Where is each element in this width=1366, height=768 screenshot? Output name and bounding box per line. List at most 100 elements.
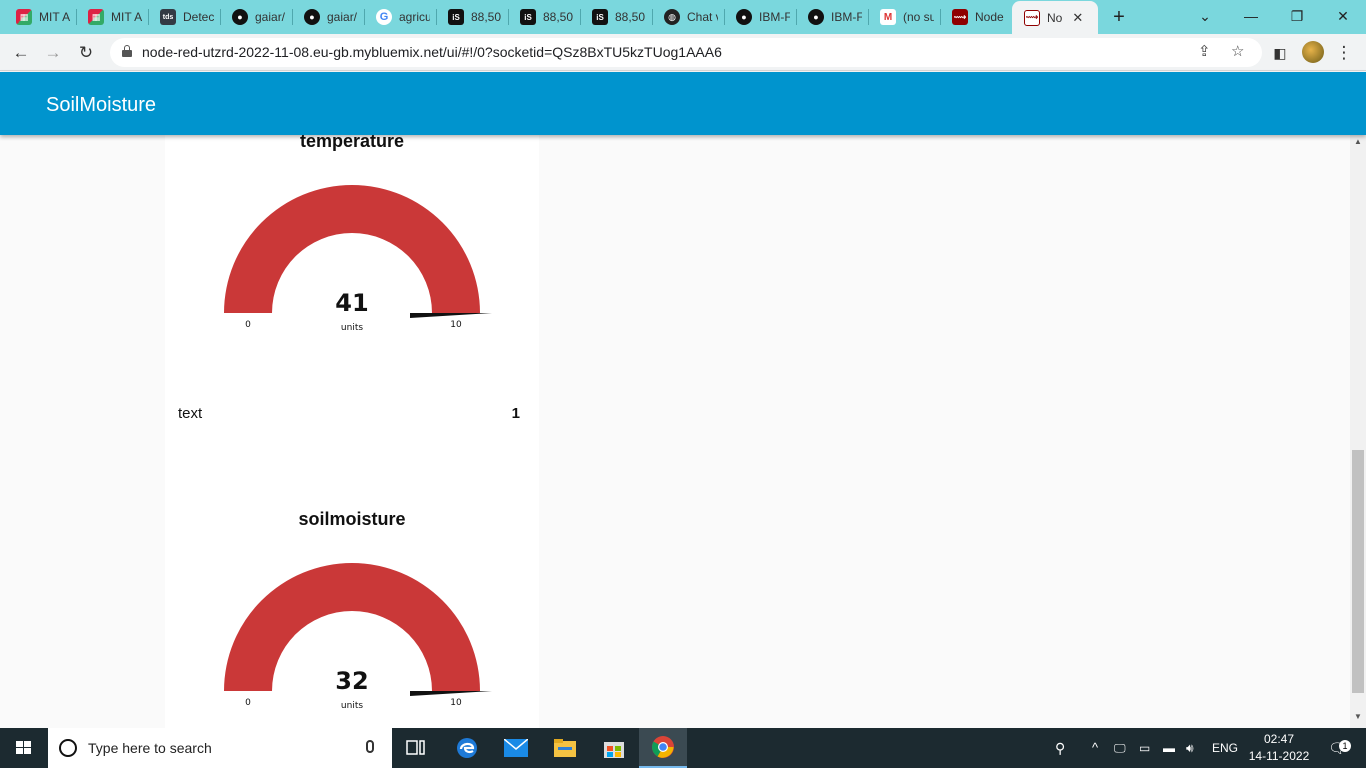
- tab-separator: [652, 9, 653, 25]
- is-icon: iS: [520, 9, 536, 25]
- browser-tab[interactable]: ● gaiar/: [292, 4, 364, 30]
- file-explorer-icon[interactable]: [541, 728, 589, 768]
- browser-tab-label: IBM-F: [831, 10, 862, 24]
- github-icon: ●: [304, 9, 320, 25]
- close-tab-icon[interactable]: ✕: [1072, 10, 1083, 26]
- browser-tab[interactable]: ⟿ No ✕: [1012, 1, 1098, 34]
- close-window-button[interactable]: ✕: [1320, 4, 1366, 28]
- page-scrollbar[interactable]: ▲ ▼: [1350, 135, 1366, 728]
- edge-browser-icon[interactable]: [443, 728, 491, 768]
- url-text[interactable]: node-red-utzrd-2022-11-08.eu-gb.mybluemi…: [142, 44, 722, 60]
- gauge-needle: [410, 313, 492, 318]
- restore-button[interactable]: ❐: [1274, 4, 1320, 28]
- browser-tab-label: Node: [975, 10, 1004, 24]
- microphone-icon[interactable]: [366, 740, 374, 753]
- notification-center-icon[interactable]: 🗨︎ 1: [1322, 728, 1352, 768]
- browser-tab[interactable]: ▦ MIT A: [4, 4, 76, 30]
- browser-tab[interactable]: iS 88,50: [436, 4, 508, 30]
- dashboard-content: temperature 41 units 0 10 text 1 soilmoistu…: [0, 135, 1350, 728]
- back-button[interactable]: ←: [8, 40, 34, 66]
- gauge-min-label: 0: [245, 698, 251, 708]
- taskbar-search[interactable]: Type here to search: [48, 728, 392, 768]
- browser-tab[interactable]: tds Detec: [148, 4, 220, 30]
- chrome-icon[interactable]: [639, 728, 687, 768]
- browser-tab[interactable]: Gagricu: [364, 4, 436, 30]
- forward-button[interactable]: →: [40, 40, 66, 66]
- tds-icon: tds: [160, 9, 176, 25]
- browser-tab-label: agricu: [399, 10, 430, 24]
- mit-app-inventor-icon: ▦: [16, 9, 32, 25]
- browser-tab-strip: ▦ MIT A ▦ MIT A tds Detec ● gaiar/ ● gaiar/Gagric…: [0, 0, 1366, 34]
- notification-count-badge: 1: [1339, 740, 1351, 752]
- microsoft-store-icon[interactable]: [590, 728, 638, 768]
- people-icon[interactable]: ⚲: [1055, 728, 1065, 768]
- tab-search-chevron-icon[interactable]: ⌄: [1182, 4, 1228, 28]
- browser-tab-label: MIT A: [39, 10, 70, 24]
- github-icon: ●: [232, 9, 248, 25]
- browser-tab-label: 88,50: [615, 10, 646, 24]
- browser-tab[interactable]: ● IBM-F: [724, 4, 796, 30]
- tab-separator: [76, 9, 77, 25]
- profile-avatar[interactable]: [1302, 41, 1324, 63]
- browser-tab[interactable]: M (no su: [868, 4, 940, 30]
- bookmark-star-icon[interactable]: ☆: [1231, 42, 1244, 60]
- scroll-up-arrow-icon[interactable]: ▲: [1350, 137, 1366, 151]
- volume-icon[interactable]: 🔊︎: [1186, 728, 1194, 768]
- tab-separator: [940, 9, 941, 25]
- node-red-icon: ⟿: [1024, 9, 1040, 26]
- browser-tab[interactable]: iS 88,50: [580, 4, 652, 30]
- start-button[interactable]: [0, 728, 48, 768]
- browser-tab[interactable]: ◍ Chat v: [652, 4, 724, 30]
- browser-tab-label: 88,50: [543, 10, 574, 24]
- browser-tab[interactable]: iS 88,50: [508, 4, 580, 30]
- is-icon: iS: [592, 9, 608, 25]
- browser-toolbar: ← → ↻ node-red-utzrd-2022-11-08.eu-gb.my…: [0, 34, 1366, 71]
- browser-tab[interactable]: ⟿ Node: [940, 4, 1012, 30]
- gauge-needle: [410, 691, 492, 696]
- show-hidden-icons-chevron-icon[interactable]: ^: [1092, 728, 1098, 768]
- gauge-title-soilmoisture: soilmoisture: [298, 509, 406, 529]
- cortana-circle-icon: [59, 739, 77, 757]
- browser-tab-label: Detec: [183, 10, 214, 24]
- node-red-icon: ⟿: [952, 9, 968, 25]
- menu-kebab-icon[interactable]: ⋮: [1331, 40, 1357, 66]
- minimize-button[interactable]: —: [1228, 4, 1274, 28]
- gauge-units: units: [341, 701, 363, 711]
- clock-time: 02:47: [1263, 732, 1295, 746]
- lock-icon[interactable]: [122, 45, 132, 57]
- side-panel-icon[interactable]: ◧: [1267, 40, 1293, 66]
- mail-icon[interactable]: [492, 728, 540, 768]
- tab-separator: [364, 9, 365, 25]
- new-tab-button[interactable]: +: [1108, 6, 1130, 28]
- language-indicator[interactable]: ENG: [1212, 728, 1238, 768]
- google-icon: G: [376, 9, 392, 25]
- gauge-units: units: [341, 323, 363, 333]
- task-view-icon[interactable]: [392, 728, 440, 768]
- tab-separator: [868, 9, 869, 25]
- scrollbar-thumb[interactable]: [1352, 450, 1364, 693]
- text-widget-label: text: [178, 405, 203, 422]
- display-icon[interactable]: ▭: [1139, 728, 1150, 768]
- battery-icon[interactable]: ▬: [1163, 728, 1175, 768]
- browser-tab-label: gaiar/: [255, 10, 286, 24]
- browser-tab-label: MIT A: [111, 10, 142, 24]
- clock[interactable]: 02:47 14-11-2022: [1244, 731, 1314, 765]
- mit-app-inventor-icon: ▦: [88, 9, 104, 25]
- network-icon[interactable]: 🖵: [1114, 728, 1126, 768]
- browser-tab-label: Chat v: [687, 10, 718, 24]
- chat-globe-icon: ◍: [664, 9, 680, 25]
- share-icon[interactable]: ⇪: [1198, 42, 1211, 60]
- tab-separator: [580, 9, 581, 25]
- browser-tab[interactable]: ▦ MIT A: [76, 4, 148, 30]
- taskbar-search-placeholder[interactable]: Type here to search: [88, 740, 212, 756]
- address-bar[interactable]: node-red-utzrd-2022-11-08.eu-gb.mybluemi…: [110, 38, 1262, 67]
- browser-tab[interactable]: ● gaiar/: [220, 4, 292, 30]
- reload-button[interactable]: ↻: [73, 40, 99, 66]
- text-widget-value: 1: [511, 405, 520, 422]
- gmail-icon: M: [880, 9, 896, 25]
- browser-tab[interactable]: ● IBM-F: [796, 4, 868, 30]
- dashboard-toolbar: SoilMoisture: [0, 72, 1366, 135]
- scroll-down-arrow-icon[interactable]: ▼: [1350, 712, 1366, 726]
- text-widget: text 1: [178, 405, 520, 425]
- clock-date: 14-11-2022: [1248, 749, 1310, 763]
